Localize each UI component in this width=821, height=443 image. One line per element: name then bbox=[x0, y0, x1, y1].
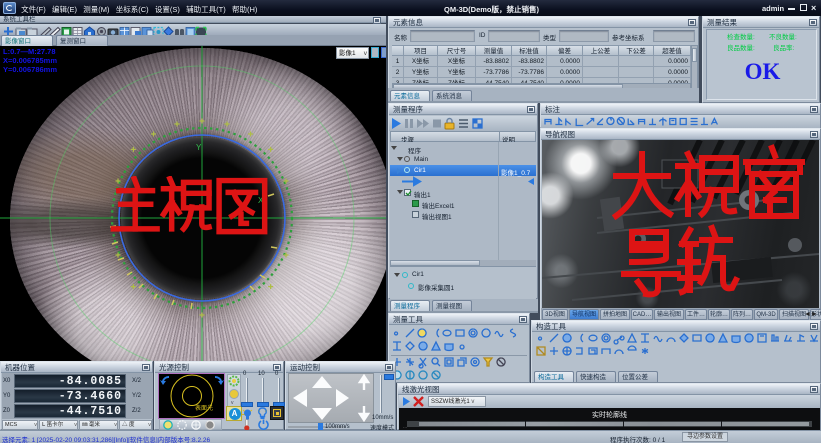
svg-text:Y: Y bbox=[196, 143, 202, 152]
svg-text:表面光: 表面光 bbox=[195, 404, 213, 412]
